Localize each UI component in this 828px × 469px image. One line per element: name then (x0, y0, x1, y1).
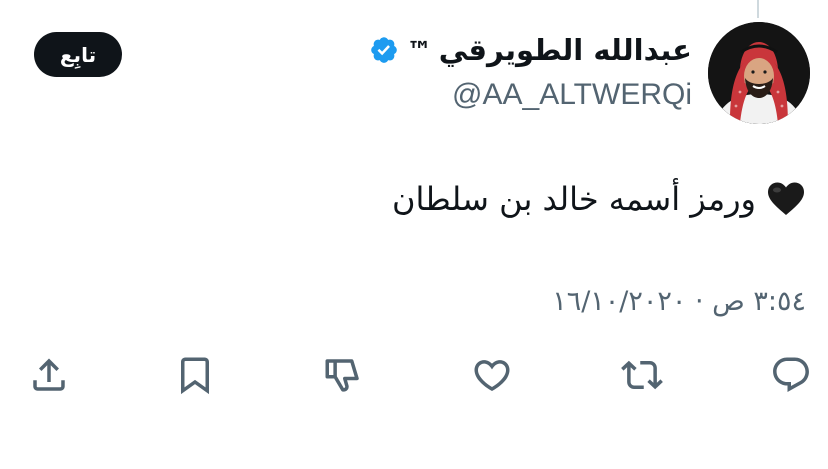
retweet-icon (621, 360, 663, 390)
avatar[interactable] (708, 22, 810, 124)
author-display-name[interactable]: عبدالله الطويرقي (439, 33, 692, 67)
tweet-text: ورمز أسمه خالد بن سلطان (392, 180, 806, 218)
trademark-mark: ™ (406, 35, 432, 65)
author-name-row[interactable]: عبدالله الطويرقي ™ (369, 30, 692, 70)
author-handle[interactable]: @AA_ALTWERQi (452, 78, 692, 112)
like-button[interactable] (467, 350, 517, 400)
tweet-card: عبدالله الطويرقي ™ @AA_ALTWERQi تابِع ور… (0, 0, 828, 469)
reply-button[interactable] (766, 350, 816, 400)
bookmark-button[interactable] (170, 350, 220, 400)
downvote-button[interactable] (318, 350, 368, 400)
share-button[interactable] (24, 350, 74, 400)
thumbs-down-icon (325, 359, 359, 392)
tweet-timestamp[interactable]: ٣:٥٤ ص · ١٦/١٠/٢٠٢٠ (552, 286, 806, 317)
tweet-body: ورمز أسمه خالد بن سلطان (392, 180, 756, 218)
share-icon (33, 358, 65, 391)
verified-badge-icon (369, 35, 399, 65)
thread-line (757, 0, 759, 18)
heart-icon (474, 360, 510, 392)
follow-button[interactable]: تابِع (34, 32, 122, 77)
black-heart-icon (766, 181, 806, 217)
retweet-button[interactable] (617, 350, 667, 400)
action-bar (0, 345, 828, 405)
bookmark-icon (181, 357, 209, 395)
reply-icon (773, 357, 809, 392)
